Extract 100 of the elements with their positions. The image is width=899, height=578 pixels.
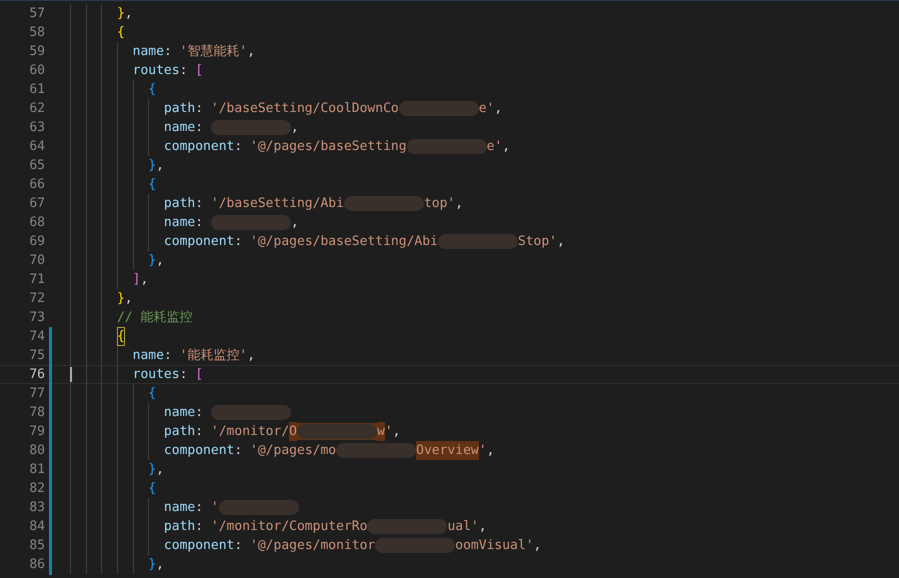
code-key: name	[164, 498, 196, 517]
code-bracket: {	[148, 176, 156, 194]
code-punctuation: ,	[290, 214, 299, 232]
code-punctuation: :	[195, 214, 204, 232]
code-string: '/baseSetting/CoolDownCo	[210, 100, 399, 118]
line-number: 63	[28, 119, 45, 137]
line-number: 72	[28, 290, 45, 308]
code-punctuation: :	[195, 195, 204, 213]
code-key: component	[164, 441, 234, 460]
line-number: 70	[28, 252, 45, 270]
code-key: routes	[132, 366, 180, 383]
code-punctuation: :	[180, 62, 188, 80]
code-punctuation: ,	[478, 518, 487, 536]
code-punctuation: :	[195, 100, 204, 118]
line-number: 85	[28, 537, 45, 555]
code-key: path	[164, 517, 196, 536]
line-number: 82	[28, 480, 45, 498]
code-punctuation: :	[195, 404, 204, 422]
code-bracket: }	[148, 461, 156, 479]
code-punctuation: ,	[156, 556, 164, 574]
code-string: O	[289, 422, 297, 441]
line-number: 66	[28, 176, 45, 194]
code-string: w	[377, 422, 385, 441]
code-punctuation: :	[234, 138, 244, 156]
line-number: 78	[28, 404, 45, 422]
line-number: 75	[28, 347, 45, 365]
line-number: 86	[28, 556, 45, 574]
code-punctuation: ,	[290, 119, 299, 137]
code-string: '@/pages/baseSetting	[250, 138, 407, 156]
code-punctuation: :	[234, 233, 244, 251]
code-punctuation: ,	[486, 442, 494, 460]
code-punctuation: ,	[392, 423, 400, 441]
line-number: 81	[28, 461, 45, 479]
line-number: 80	[28, 442, 45, 460]
code-key: name	[132, 42, 164, 61]
code-punctuation: ,	[534, 537, 542, 555]
code-key: path	[164, 99, 196, 118]
line-number: 83	[28, 499, 45, 517]
line-number: 61	[28, 81, 45, 99]
code-key: name	[132, 346, 164, 365]
code-punctuation: ,	[124, 5, 133, 23]
line-number: 71	[28, 271, 45, 289]
code-bracket: {	[148, 81, 156, 99]
code-bracket: }	[116, 5, 125, 23]
code-punctuation: :	[180, 366, 188, 383]
code-bracket: ]	[132, 271, 140, 289]
line-number: 65	[28, 157, 45, 175]
code-punctuation: ,	[557, 233, 565, 251]
code-punctuation: ,	[156, 157, 164, 175]
code-key: name	[164, 118, 196, 137]
line-number: 74	[28, 328, 45, 346]
code-bracket: }	[148, 252, 156, 270]
code-string: e'	[486, 138, 502, 156]
code-bracket: {	[116, 24, 125, 42]
code-comment: // 能耗监控	[116, 309, 192, 327]
code-string: '能耗监控'	[180, 347, 248, 365]
code-bracket: {	[148, 385, 156, 403]
code-bracket: }	[116, 290, 125, 308]
code-punctuation: :	[234, 442, 244, 460]
code-punctuation: :	[164, 43, 173, 61]
code-string: Overview	[416, 441, 479, 460]
code-punctuation: ,	[156, 252, 164, 270]
code-string: '/baseSetting/Abi	[210, 195, 344, 213]
code-punctuation: :	[164, 347, 173, 365]
code-string: '@/pages/mo	[250, 442, 336, 460]
line-number: 60	[28, 62, 45, 80]
line-number: 64	[28, 138, 45, 156]
line-number: 84	[28, 518, 45, 536]
code-key: name	[164, 213, 196, 232]
code-punctuation: ,	[124, 290, 133, 308]
code-string: e'	[478, 100, 494, 118]
code-key: component	[164, 232, 234, 251]
code-key: path	[164, 422, 196, 441]
code-key: routes	[132, 61, 180, 80]
code-punctuation: ,	[140, 271, 148, 289]
code-punctuation: ,	[156, 461, 164, 479]
code-string: '智慧能耗'	[180, 43, 248, 61]
code-punctuation: :	[195, 423, 204, 441]
code-string: '	[478, 442, 487, 460]
code-string: top'	[424, 195, 456, 213]
code-bracket: [	[195, 366, 204, 383]
code-string: '	[210, 499, 219, 517]
line-number: 79	[28, 423, 45, 441]
code-key: name	[164, 403, 196, 422]
line-number: 59	[28, 43, 45, 61]
line-number: 73	[28, 309, 45, 327]
code-string: Stop'	[518, 233, 558, 251]
line-number: 68	[28, 214, 45, 232]
code-punctuation: ,	[247, 347, 256, 365]
code-key: component	[164, 137, 234, 156]
text-cursor	[70, 367, 72, 382]
code-string: ual'	[447, 518, 479, 536]
code-punctuation: :	[195, 499, 204, 517]
code-punctuation: ,	[247, 43, 256, 61]
code-string: '@/pages/monitor	[250, 537, 376, 555]
line-number: 69	[28, 233, 45, 251]
line-number: 58	[28, 24, 45, 42]
code-string: '/monitor/	[210, 423, 290, 441]
code-string: oomVisual'	[455, 537, 534, 555]
code-punctuation: ,	[455, 195, 464, 213]
